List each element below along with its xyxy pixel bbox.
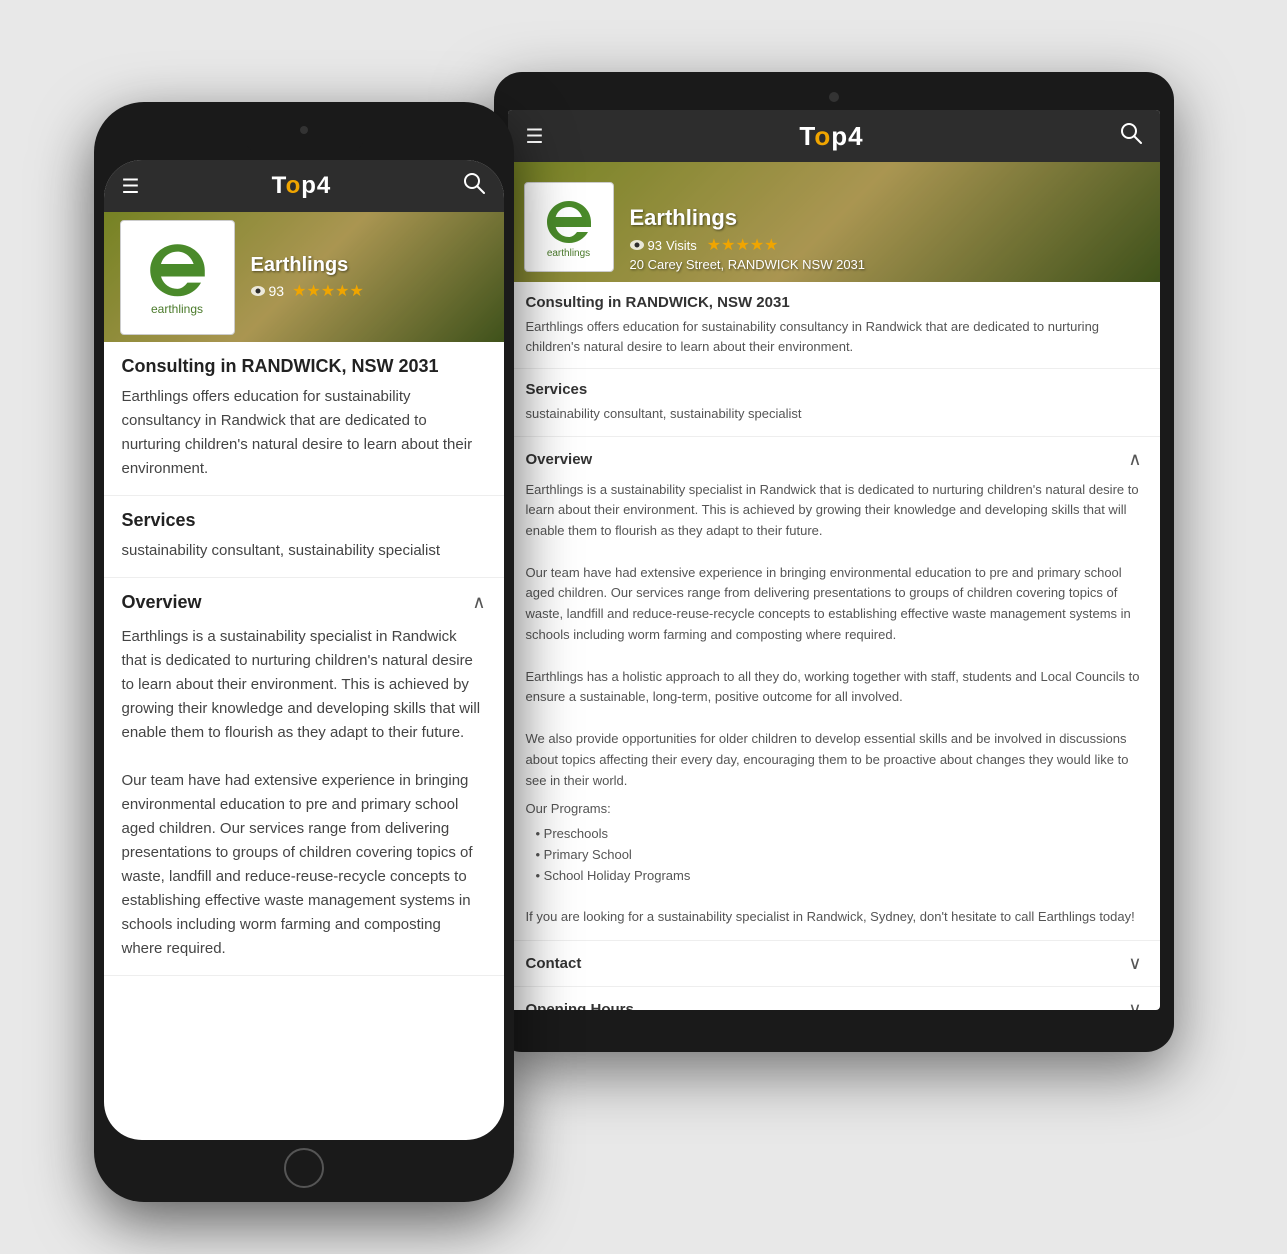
phone-device: ☰ Top4 earthlings	[94, 102, 514, 1202]
opening-hours-chevron: ∨	[1128, 999, 1141, 1010]
phone-overview-header[interactable]: Overview ∧	[122, 592, 486, 613]
tablet-business-info: Earthlings 93 Visits ★★★★★ 20 Carey Stre…	[630, 205, 866, 272]
tablet-business-logo: earthlings	[524, 182, 614, 272]
phone-header: ☰ Top4	[104, 160, 504, 212]
phone-top4-logo: Top4	[272, 172, 332, 200]
tablet-screen: ☰ Top4 ear	[508, 110, 1160, 1010]
tablet-stars: ★★★★★	[707, 235, 779, 255]
phone-consulting-text: Earthlings offers education for sustaina…	[122, 385, 486, 481]
tablet-device: ☰ Top4 ear	[494, 72, 1174, 1052]
phone-consulting-title: Consulting in RANDWICK, NSW 2031	[122, 356, 486, 377]
tablet-visits: 93 Visits	[630, 238, 697, 253]
tablet-content: Consulting in RANDWICK, NSW 2031 Earthli…	[508, 282, 1160, 1010]
overview-body: Earthlings is a sustainability specialis…	[526, 480, 1142, 929]
phone-overview-title: Overview	[122, 592, 202, 613]
contact-accordion[interactable]: Contact ∨	[508, 941, 1160, 987]
tablet-business-name: Earthlings	[630, 205, 866, 231]
overview-chevron-up: ∧	[1128, 449, 1141, 470]
phone-home-button[interactable]	[284, 1148, 324, 1188]
phone-stars: ★★★★★	[292, 281, 364, 301]
tablet-camera	[829, 92, 839, 102]
opening-hours-header[interactable]: Opening Hours ∨	[526, 999, 1142, 1010]
hamburger-icon[interactable]: ☰	[526, 124, 544, 149]
program-item: Preschools	[536, 824, 1142, 845]
consulting-title: Consulting in RANDWICK, NSW 2031	[526, 294, 1142, 311]
phone-notch	[244, 126, 364, 154]
opening-hours-accordion[interactable]: Opening Hours ∨	[508, 987, 1160, 1010]
phone-hero: earthlings Earthlings 93 ★★★★★	[104, 212, 504, 342]
phone-overview-chevron: ∧	[472, 592, 485, 613]
contact-chevron: ∨	[1128, 953, 1141, 974]
phone-screen: ☰ Top4 earthlings	[104, 160, 504, 1140]
programs-items: Preschools Primary School School Holiday…	[526, 824, 1142, 886]
services-section: Services sustainability consultant, sust…	[508, 369, 1160, 437]
overview-accordion[interactable]: Overview ∧ Earthlings is a sustainabilit…	[508, 437, 1160, 942]
program-item: School Holiday Programs	[536, 866, 1142, 887]
phone-services-title: Services	[122, 510, 486, 531]
phone-services-section: Services sustainability consultant, sust…	[104, 496, 504, 578]
phone-business-name: Earthlings	[251, 254, 364, 277]
phone-business-logo: earthlings	[120, 220, 235, 335]
program-item: Primary School	[536, 845, 1142, 866]
consulting-section: Consulting in RANDWICK, NSW 2031 Earthli…	[508, 282, 1160, 369]
phone-earthlings-text: earthlings	[151, 302, 203, 316]
search-icon[interactable]	[1120, 122, 1142, 150]
phone-overview-body: Earthlings is a sustainability specialis…	[122, 625, 486, 961]
contact-accordion-header[interactable]: Contact ∨	[526, 953, 1142, 974]
services-text: sustainability consultant, sustainabilit…	[526, 404, 1142, 424]
phone-services-text: sustainability consultant, sustainabilit…	[122, 539, 486, 563]
phone-hamburger-icon[interactable]: ☰	[122, 174, 140, 199]
services-title: Services	[526, 381, 1142, 398]
phone-camera	[300, 126, 308, 134]
tablet-hero: earthlings Earthlings 93 Visits ★★★★★ 20…	[508, 162, 1160, 282]
overview-accordion-header[interactable]: Overview ∧	[526, 449, 1142, 470]
phone-content: Consulting in RANDWICK, NSW 2031 Earthli…	[104, 342, 504, 1140]
consulting-text: Earthlings offers education for sustaina…	[526, 317, 1142, 356]
tablet-header: ☰ Top4	[508, 110, 1160, 162]
phone-business-info: Earthlings 93 ★★★★★	[251, 254, 364, 301]
earthlings-logo-text: earthlings	[547, 248, 590, 259]
overview-accordion-title: Overview	[526, 451, 593, 468]
top4-logo: Top4	[799, 121, 863, 152]
opening-hours-title: Opening Hours	[526, 1001, 634, 1010]
phone-visits: 93	[251, 283, 285, 299]
programs-list: Our Programs: Preschools Primary School …	[526, 799, 1142, 886]
contact-title: Contact	[526, 955, 582, 972]
phone-search-icon[interactable]	[463, 172, 485, 200]
tablet-visits-row: 93 Visits ★★★★★	[630, 235, 866, 255]
tablet-address: 20 Carey Street, RANDWICK NSW 2031	[630, 257, 866, 272]
phone-consulting-section: Consulting in RANDWICK, NSW 2031 Earthli…	[104, 342, 504, 496]
phone-overview-accordion[interactable]: Overview ∧ Earthlings is a sustainabilit…	[104, 578, 504, 976]
phone-visits-row: 93 ★★★★★	[251, 281, 364, 301]
